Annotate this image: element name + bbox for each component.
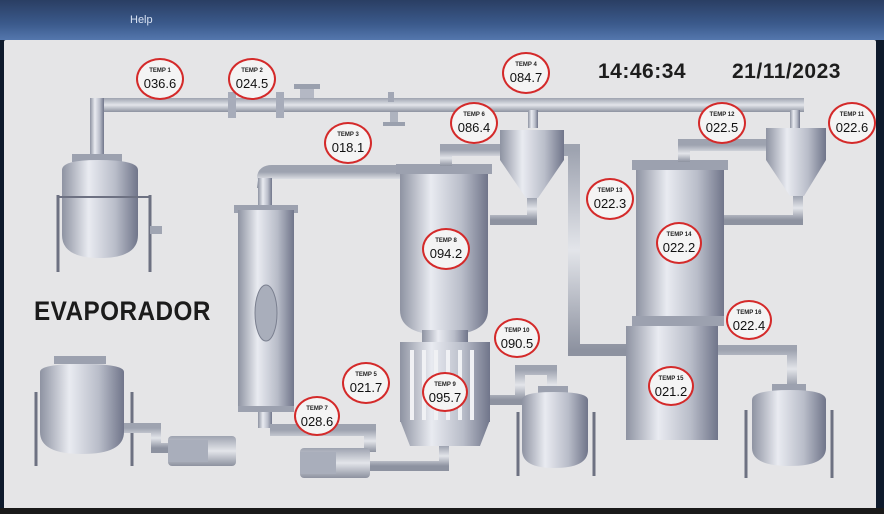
pump-left <box>168 436 236 466</box>
vessel-top-left <box>56 154 162 272</box>
temp-label: TEMP 6 <box>463 112 485 118</box>
temp-value: 084.7 <box>509 70 543 85</box>
temp-tag-10[interactable]: TEMP 10 090.5 <box>494 318 540 358</box>
temp-tag-5[interactable]: TEMP 5 021.7 <box>342 362 390 404</box>
clock-date: 21/11/2023 <box>732 60 841 83</box>
temp-tag-15[interactable]: TEMP 15 021.2 <box>648 366 694 406</box>
pipe-flange <box>276 92 284 118</box>
temp-tag-13[interactable]: TEMP 13 022.3 <box>586 178 634 220</box>
vessel-bottom-right <box>744 384 834 478</box>
temp-tag-8[interactable]: TEMP 8 094.2 <box>422 228 470 270</box>
temp-tag-16[interactable]: TEMP 16 022.4 <box>726 300 772 340</box>
main-header-pipe <box>96 98 804 112</box>
temp-label: TEMP 15 <box>658 376 684 382</box>
temp-label: TEMP 12 <box>709 112 735 118</box>
temp-value: 024.5 <box>235 76 269 91</box>
temp-label: TEMP 4 <box>515 62 537 68</box>
pipe-flange <box>228 92 236 118</box>
temp-label: TEMP 13 <box>597 188 623 194</box>
vessel-bottom-middle <box>516 386 596 476</box>
temp-value: 022.2 <box>662 240 696 255</box>
temp-tag-2[interactable]: TEMP 2 024.5 <box>228 58 276 100</box>
temp-value: 022.3 <box>593 196 627 211</box>
pipe-valve-top <box>294 84 320 89</box>
temp-label: TEMP 16 <box>736 310 762 316</box>
temp-tag-14[interactable]: TEMP 14 022.2 <box>656 222 702 264</box>
temp-tag-4[interactable]: TEMP 4 084.7 <box>502 52 550 94</box>
temp-value: 094.2 <box>429 246 463 261</box>
temp-value: 021.2 <box>654 384 688 399</box>
temp-value: 086.4 <box>457 120 491 135</box>
temp-label: TEMP 7 <box>306 406 328 412</box>
temp-tag-1[interactable]: TEMP 1 036.6 <box>136 58 184 100</box>
pipe-fitting <box>388 92 394 102</box>
temp-tag-9[interactable]: TEMP 9 095.7 <box>422 372 468 412</box>
temp-tag-11[interactable]: TEMP 11 022.6 <box>828 102 876 144</box>
temp-value: 022.5 <box>705 120 739 135</box>
clock-time: 14:46:34 <box>598 60 687 83</box>
pump-center <box>300 448 370 478</box>
temp-value: 022.6 <box>835 120 869 135</box>
temp-label: TEMP 5 <box>355 372 377 378</box>
temp-label: TEMP 3 <box>337 132 359 138</box>
temp-tag-6[interactable]: TEMP 6 086.4 <box>450 102 498 144</box>
temp-label: TEMP 10 <box>504 328 530 334</box>
page-title: EVAPORADOR <box>34 296 211 326</box>
temp-value: 018.1 <box>331 140 365 155</box>
temp-value: 021.7 <box>349 380 383 395</box>
temp-label: TEMP 9 <box>434 382 456 388</box>
pipe-drop-left <box>90 98 104 160</box>
temp-value: 095.7 <box>428 390 462 405</box>
temp-tag-7[interactable]: TEMP 7 028.6 <box>294 396 340 436</box>
temp-value: 090.5 <box>500 336 534 351</box>
temp-value: 028.6 <box>300 414 334 429</box>
temp-label: TEMP 8 <box>435 238 457 244</box>
temp-tag-3[interactable]: TEMP 3 018.1 <box>324 122 372 164</box>
vessel-bottom-left <box>34 356 170 466</box>
temp-value: 036.6 <box>143 76 177 91</box>
screen-bezel <box>0 508 884 514</box>
temp-label: TEMP 1 <box>149 68 171 74</box>
temp-tag-12[interactable]: TEMP 12 022.5 <box>698 102 746 144</box>
temp-label: TEMP 14 <box>666 232 692 238</box>
pipe-drop-flange <box>383 122 405 126</box>
temp-label: TEMP 11 <box>839 112 865 118</box>
temp-label: TEMP 2 <box>241 68 263 74</box>
temp-value: 022.4 <box>732 318 766 333</box>
